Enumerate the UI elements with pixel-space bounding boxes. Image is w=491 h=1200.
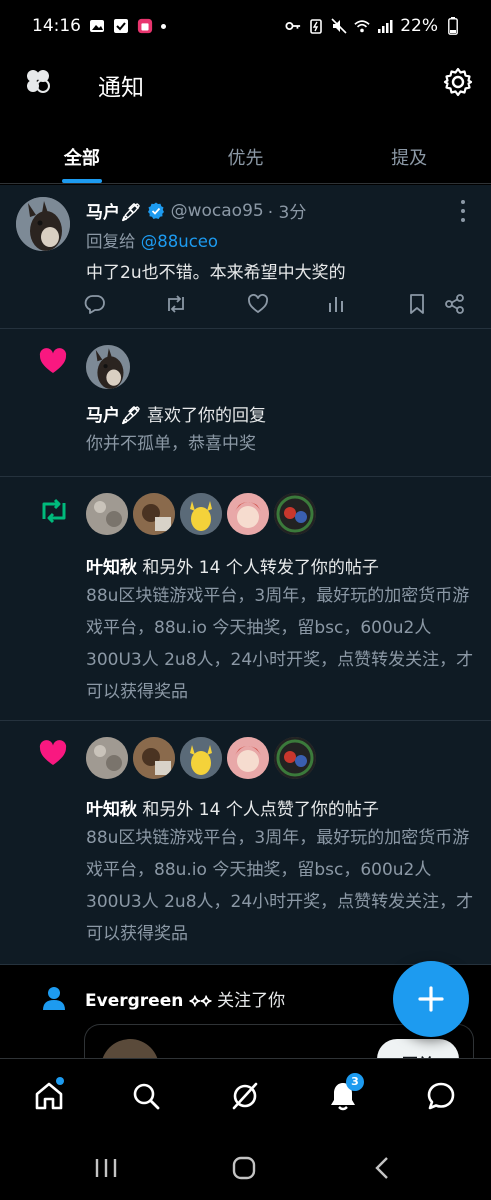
avatar[interactable]	[274, 493, 316, 535]
tweet-actions	[82, 291, 472, 317]
compose-button[interactable]	[393, 961, 469, 1037]
notification-snippet: 88u区块链游戏平台，3周年，最好玩的加密货币游戏平台，88u.io 今天抽奖，…	[86, 828, 474, 944]
avatar[interactable]	[227, 493, 269, 535]
actor-name[interactable]: Evergreen ⟡⟡	[85, 991, 212, 1011]
action-text: 和另外 14 个人转发了你的帖子	[142, 558, 379, 578]
app-header: 通知	[0, 52, 491, 118]
repost-icon[interactable]	[163, 291, 189, 317]
avatar[interactable]	[86, 493, 128, 535]
notification-dot-icon	[161, 23, 166, 29]
like-reply-title: 马户🖋 喜欢了你的回复	[86, 401, 266, 426]
nav-messages[interactable]	[424, 1079, 458, 1113]
avatar[interactable]	[180, 737, 222, 779]
actor-name[interactable]: 叶知秋	[86, 558, 137, 578]
plus-icon	[418, 986, 444, 1012]
notifications-badge: 3	[346, 1073, 364, 1091]
mute-icon	[331, 18, 347, 34]
like-post-notification[interactable]: 叶知秋 和另外 14 个人点赞了你的帖子 88u区块链游戏平台，3周年，最好玩的…	[0, 721, 491, 965]
tab-priority[interactable]: 优先	[164, 124, 328, 183]
tab-priority-label: 优先	[227, 148, 264, 169]
author-handle[interactable]: @wocao95	[171, 201, 264, 221]
repost-notification[interactable]: 叶知秋 和另外 14 个人转发了你的帖子 88u区块链游戏平台，3周年，最好玩的…	[0, 477, 491, 721]
heart-icon	[38, 739, 70, 771]
like-post-title: 叶知秋 和另外 14 个人点赞了你的帖子	[86, 795, 379, 820]
home-button-icon[interactable]	[230, 1154, 258, 1182]
like-icon[interactable]	[245, 291, 271, 317]
reply-prefix: 回复给	[86, 232, 136, 251]
clock: 14:16	[32, 16, 81, 36]
tweet-text: 中了2u也不错。本来希望中大奖的	[86, 263, 346, 283]
battery-percent: 22%	[400, 16, 438, 36]
check-icon	[113, 18, 129, 34]
actor-name[interactable]: 马户🖋	[86, 406, 142, 426]
grok-icon	[232, 1082, 258, 1110]
avatar[interactable]	[86, 737, 128, 779]
verified-badge-icon	[147, 202, 164, 219]
system-navigation-bar	[0, 1134, 491, 1200]
avatar[interactable]	[180, 493, 222, 535]
avatar[interactable]	[133, 737, 175, 779]
reply-tweet[interactable]: 马户🖋 @wocao95 · 3分 回复给 @88uceo 中了2u也不错。本来…	[0, 185, 491, 329]
tab-mentions[interactable]: 提及	[327, 124, 491, 183]
notification-snippet: 你并不孤单，恭喜中奖	[86, 434, 256, 454]
repost-icon	[38, 497, 70, 529]
recent-apps-icon[interactable]	[92, 1154, 120, 1182]
notification-snippet: 88u区块链游戏平台，3周年，最好玩的加密货币游戏平台，88u.io 今天抽奖，…	[86, 586, 474, 702]
tweet-header: 马户🖋 @wocao95 · 3分	[86, 198, 307, 224]
reply-icon[interactable]	[82, 291, 108, 317]
nav-grok[interactable]	[228, 1079, 262, 1113]
tab-mentions-label: 提及	[391, 148, 428, 169]
avatar-stack	[86, 493, 316, 535]
share-icon[interactable]	[442, 291, 468, 317]
avatar[interactable]	[227, 737, 269, 779]
wifi-icon	[354, 18, 370, 34]
tab-all-label: 全部	[63, 148, 100, 169]
person-icon	[40, 984, 68, 1012]
reply-context: 回复给 @88uceo	[86, 228, 218, 252]
action-text: 关注了你	[217, 991, 286, 1011]
repost-title: 叶知秋 和另外 14 个人转发了你的帖子	[86, 553, 379, 578]
bookmark-icon[interactable]	[404, 291, 430, 317]
signal-icon	[377, 18, 393, 34]
nav-notifications[interactable]: 3	[326, 1073, 364, 1113]
reply-mention-link[interactable]: @88uceo	[141, 232, 218, 251]
views-icon[interactable]	[323, 291, 349, 317]
avatar[interactable]	[86, 345, 130, 389]
follow-title: Evergreen ⟡⟡ 关注了你	[85, 986, 285, 1011]
nav-home[interactable]	[32, 1077, 66, 1113]
heart-icon	[38, 347, 70, 379]
gallery-icon	[89, 18, 105, 34]
tab-active-indicator	[61, 179, 102, 183]
tab-all[interactable]: 全部	[0, 124, 164, 183]
notification-tabs: 全部 优先 提及	[0, 124, 491, 184]
bottom-navigation: 3	[0, 1058, 491, 1134]
tweet-time: · 3分	[267, 203, 307, 223]
battery-saver-icon	[308, 18, 324, 34]
avatar-stack	[86, 737, 316, 779]
settings-gear-icon[interactable]	[443, 67, 473, 97]
avatar[interactable]	[133, 493, 175, 535]
battery-icon	[445, 17, 461, 35]
actor-name[interactable]: 叶知秋	[86, 800, 137, 820]
action-text: 喜欢了你的回复	[147, 406, 266, 426]
author-name[interactable]: 马户🖋	[86, 198, 142, 223]
like-reply-notification[interactable]: 马户🖋 喜欢了你的回复 你并不孤单，恭喜中奖	[0, 329, 491, 533]
key-icon	[285, 18, 301, 34]
messages-icon	[427, 1082, 455, 1110]
home-unread-dot	[56, 1077, 64, 1085]
avatar[interactable]	[274, 737, 316, 779]
search-icon	[133, 1083, 160, 1110]
status-bar: 14:16 22%	[0, 0, 491, 52]
avatar[interactable]	[16, 197, 70, 251]
action-text: 和另外 14 个人点赞了你的帖子	[142, 800, 379, 820]
notification-feed: 马户🖋 @wocao95 · 3分 回复给 @88uceo 中了2u也不错。本来…	[0, 185, 491, 965]
more-options-icon[interactable]	[454, 200, 472, 222]
nav-search[interactable]	[129, 1079, 163, 1113]
app-logo-icon[interactable]	[24, 67, 52, 95]
shop-icon	[137, 18, 153, 34]
page-title: 通知	[98, 75, 144, 101]
back-icon[interactable]	[368, 1154, 396, 1182]
